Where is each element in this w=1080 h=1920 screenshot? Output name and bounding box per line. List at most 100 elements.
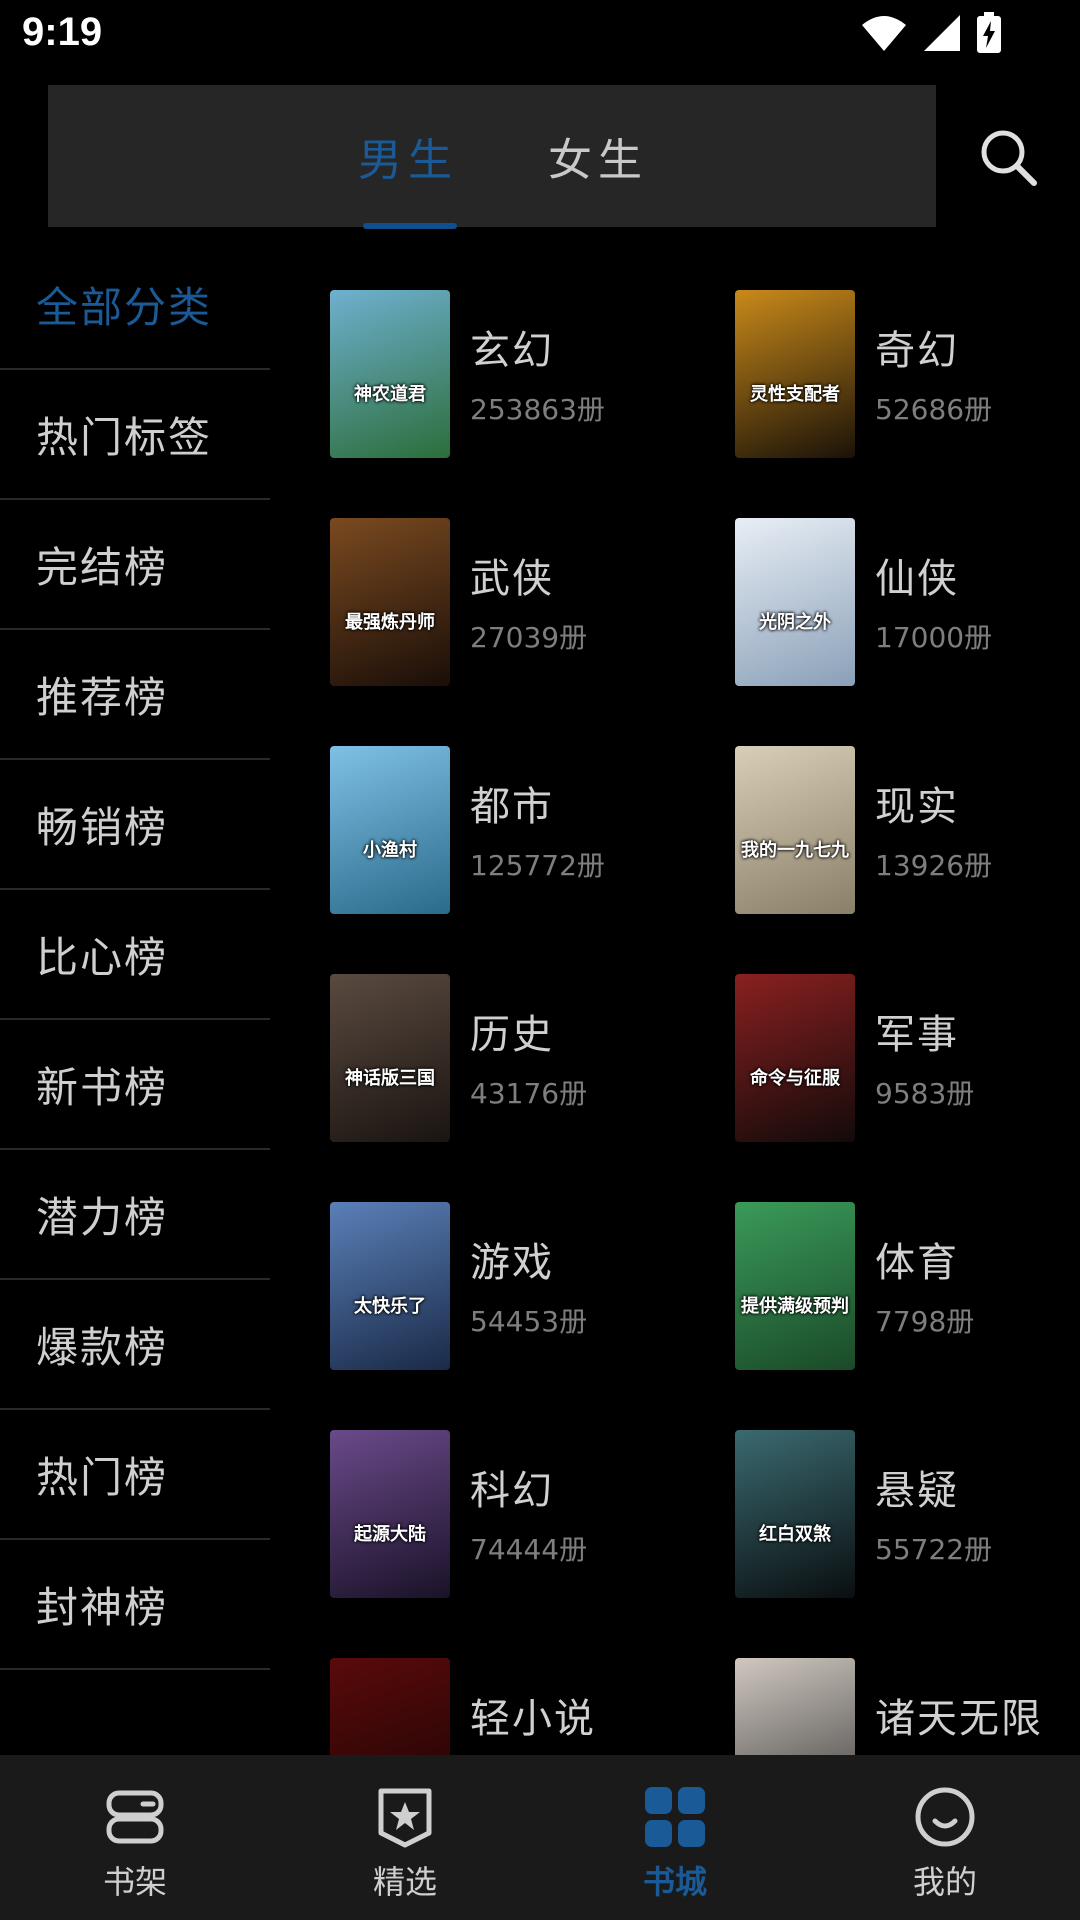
cover-title: 红白双煞 bbox=[759, 1524, 831, 1545]
sidebar-item[interactable]: 比心榜 bbox=[0, 890, 270, 1020]
category-count: 27039册 bbox=[470, 621, 588, 654]
sidebar-item[interactable]: 热门榜 bbox=[0, 1410, 270, 1540]
book-cover: 神农道君 bbox=[330, 290, 450, 458]
nav-bookstore[interactable]: 书城 bbox=[540, 1755, 810, 1920]
category-card[interactable]: 最强炼丹师 武侠 27039册 bbox=[330, 518, 690, 686]
category-count: 13926册 bbox=[875, 849, 993, 882]
cover-title: 太快乐了 bbox=[354, 1296, 426, 1317]
gender-tab-header: 男生 女生 bbox=[48, 85, 936, 229]
cover-title: 我的一九七九 bbox=[741, 840, 849, 861]
category-name: 历史 bbox=[470, 1012, 554, 1058]
nav-bookshelf[interactable]: 书架 bbox=[0, 1755, 270, 1920]
sidebar-item[interactable]: 潜力榜 bbox=[0, 1150, 270, 1280]
nav-label: 书架 bbox=[102, 1863, 167, 1901]
search-icon bbox=[981, 130, 1037, 186]
category-name: 轻小说 bbox=[470, 1696, 596, 1742]
category-count: 253863册 bbox=[470, 393, 605, 426]
nav-label: 我的 bbox=[912, 1863, 977, 1901]
category-card[interactable]: 起源大陆 科幻 74444册 bbox=[330, 1430, 690, 1598]
category-card[interactable]: 诸天无限 bbox=[735, 1658, 1070, 1755]
category-card[interactable]: 小渔村 都市 125772册 bbox=[330, 746, 690, 914]
status-time: 9:19 bbox=[22, 10, 103, 54]
cover-title: 神话版三国 bbox=[345, 1068, 435, 1089]
category-grid: 神农道君 玄幻 253863册 灵性支配者 奇幻 52686册最强炼丹师 武侠 27039册 光… bbox=[330, 290, 1070, 1755]
cover-title: 神农道君 bbox=[354, 384, 426, 405]
sidebar-item[interactable]: 完结榜 bbox=[0, 500, 270, 630]
cover-title: 命令与征服 bbox=[750, 1068, 840, 1089]
cover-title: 起源大陆 bbox=[354, 1524, 426, 1545]
category-name: 都市 bbox=[470, 784, 554, 830]
category-card[interactable]: 我的一九七九 现实 13926册 bbox=[735, 746, 1070, 914]
category-count: 52686册 bbox=[875, 393, 993, 426]
grid-icon bbox=[645, 1787, 705, 1847]
book-cover: 我的一九七九 bbox=[735, 746, 855, 914]
category-card[interactable]: 提供满级预判 体育 7798册 bbox=[735, 1202, 1070, 1370]
category-name: 军事 bbox=[875, 1012, 959, 1058]
signal-icon bbox=[924, 15, 960, 51]
sidebar-item[interactable]: 新书榜 bbox=[0, 1020, 270, 1150]
book-cover: 最强炼丹师 bbox=[330, 518, 450, 686]
category-count: 74444册 bbox=[470, 1533, 588, 1566]
category-count: 7798册 bbox=[875, 1305, 975, 1338]
nav-featured[interactable]: 精选 bbox=[270, 1755, 540, 1920]
book-cover: 灵性支配者 bbox=[735, 290, 855, 458]
book-cover: 起源大陆 bbox=[330, 1430, 450, 1598]
wifi-icon bbox=[862, 16, 906, 51]
cover-title: 小渔村 bbox=[363, 840, 417, 861]
category-card[interactable]: 红白双煞 悬疑 55722册 bbox=[735, 1430, 1070, 1598]
book-cover: 太快乐了 bbox=[330, 1202, 450, 1370]
star-badge-icon bbox=[378, 1788, 432, 1848]
category-name: 悬疑 bbox=[875, 1468, 959, 1514]
book-cover: 神话版三国 bbox=[330, 974, 450, 1142]
category-name: 奇幻 bbox=[875, 328, 959, 374]
smile-icon bbox=[915, 1787, 975, 1847]
bottom-navigation: 书架 精选 书城 我的 bbox=[0, 1755, 1080, 1920]
book-cover: 光阴之外 bbox=[735, 518, 855, 686]
category-card[interactable]: 太快乐了 游戏 54453册 bbox=[330, 1202, 690, 1370]
cover-title: 灵性支配者 bbox=[750, 384, 840, 405]
status-bar: 9:19 bbox=[0, 0, 1080, 72]
category-count: 55722册 bbox=[875, 1533, 993, 1566]
category-name: 仙侠 bbox=[875, 556, 959, 602]
sidebar-item[interactable]: 全部分类 bbox=[0, 240, 270, 370]
sidebar-item[interactable]: 封神榜 bbox=[0, 1540, 270, 1670]
status-icons bbox=[860, 12, 1002, 54]
battery-charging-icon bbox=[977, 12, 1001, 53]
nav-label: 书城 bbox=[642, 1863, 707, 1901]
category-card[interactable]: 光阴之外 仙侠 17000册 bbox=[735, 518, 1070, 686]
category-name: 武侠 bbox=[470, 556, 554, 602]
book-cover: 命令与征服 bbox=[735, 974, 855, 1142]
category-card[interactable]: 灵性支配者 奇幻 52686册 bbox=[735, 290, 1070, 458]
bookshelf-icon bbox=[106, 1790, 164, 1844]
category-name: 科幻 bbox=[470, 1468, 554, 1514]
nav-profile[interactable]: 我的 bbox=[810, 1755, 1080, 1920]
category-card[interactable]: 神话版三国 历史 43176册 bbox=[330, 974, 690, 1142]
book-cover: 提供满级预判 bbox=[735, 1202, 855, 1370]
cover-title: 提供满级预判 bbox=[741, 1296, 849, 1317]
category-name: 游戏 bbox=[470, 1240, 554, 1286]
category-count: 17000册 bbox=[875, 621, 993, 654]
category-count: 125772册 bbox=[470, 849, 605, 882]
cover-title: 光阴之外 bbox=[759, 612, 831, 633]
sidebar-item[interactable]: 热门标签 bbox=[0, 370, 270, 500]
category-card[interactable]: 命令与征服 军事 9583册 bbox=[735, 974, 1070, 1142]
search-button[interactable] bbox=[978, 127, 1040, 189]
sidebar-item[interactable]: 畅销榜 bbox=[0, 760, 270, 890]
category-name: 玄幻 bbox=[470, 328, 554, 374]
sidebar-item[interactable]: 推荐榜 bbox=[0, 630, 270, 760]
category-name: 诸天无限 bbox=[875, 1696, 1043, 1742]
active-tab-indicator bbox=[363, 223, 457, 229]
ranking-sidebar: 全部分类 热门标签 完结榜 推荐榜 畅销榜 比心榜 新书榜 潜力榜 爆款榜 热门榜 封神榜 bbox=[0, 240, 270, 1670]
category-count: 9583册 bbox=[875, 1077, 975, 1110]
cover-title: 最强炼丹师 bbox=[345, 612, 435, 633]
tab-male[interactable]: 男生 bbox=[348, 85, 468, 227]
book-cover bbox=[735, 1658, 855, 1755]
category-count: 43176册 bbox=[470, 1077, 588, 1110]
nav-label: 精选 bbox=[372, 1863, 437, 1901]
tab-female[interactable]: 女生 bbox=[523, 85, 673, 227]
category-card[interactable]: 轻小说 bbox=[330, 1658, 690, 1755]
book-cover: 红白双煞 bbox=[735, 1430, 855, 1598]
book-cover: 小渔村 bbox=[330, 746, 450, 914]
sidebar-item[interactable]: 爆款榜 bbox=[0, 1280, 270, 1410]
category-card[interactable]: 神农道君 玄幻 253863册 bbox=[330, 290, 690, 458]
